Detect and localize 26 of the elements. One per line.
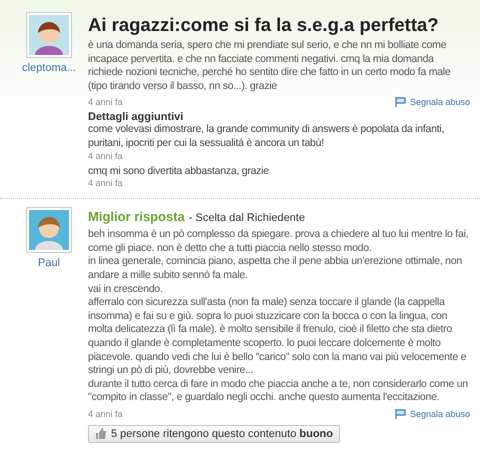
user-name[interactable]: cleptoma... <box>22 62 76 74</box>
details-text: cmq mi sono divertita abbastanza, grazie <box>88 164 270 178</box>
timestamp: 4 anni fa <box>88 150 124 161</box>
flag-icon <box>394 408 406 419</box>
timestamp: 4 anni fa <box>88 408 123 419</box>
flag-icon <box>394 97 406 108</box>
details-heading: Dettagli aggiuntivi <box>88 111 184 124</box>
chosen-by-text: - Scelta dal Richiedente <box>188 212 305 224</box>
question-text: è una domanda seria, spero che mi prendiate sul serio, e che nn mi bolliate come incapace pervertita. e che nn facciate commenti negativi. cmq la mia domanda richiede nozioni tecniche, perché ho sentito dire che fatto in un certo modo fa male (tipo tirando verso il basso, nn so...). grazie <box>88 39 452 94</box>
report-link[interactable]: Segnala abuso <box>394 97 470 108</box>
answer-text: durante il tutto cerca di fare in modo che piaccia anche a te, non considerarlo come un "compito in classe", e guardalo negli occhi. anche questo aumenta l'eccitazione. <box>88 378 469 405</box>
best-answer-label: Miglior risposta <box>88 209 185 224</box>
answer-text: vai in crescendo. <box>88 282 164 296</box>
avatar[interactable] <box>26 207 72 254</box>
timestamp: 4 anni fa <box>88 97 123 108</box>
rating-button[interactable]: 5 persone ritengono questo contenuto buono <box>88 424 340 443</box>
user-name[interactable]: Paul <box>38 257 60 270</box>
answer-text: in linea generale, comincia piano, aspetta che il pene abbia un'erezione ottimale, non andare a mille subito sennò fa male. <box>88 255 463 283</box>
details-text: come volevasi dimostrare, la grande community di answers è popolata da infanti, puritani, ipocriti per cui la sessualitá è ancora un tabù! <box>88 123 446 151</box>
timestamp: 4 anni fa <box>88 178 124 188</box>
avatar[interactable] <box>26 12 72 58</box>
thumbs-up-icon <box>95 428 107 440</box>
answer-text: afferralo con sicurezza sull'asta (non fa male) senza toccare il glande (la cappella insomma) e fai su e giù. sopra lo puoi stuzzicare con la bocca o con la lingua, con molta delicatezza (lì fa male). è molto sensibile il frenulo, cioè il filetto che sta dietro quando il glande è completamente scoperto. lo puoi leccare dolcemente è molto piacevole. quando vedi che lui è bello "carico" solo con la mano vai più velocemente e stringi un pò di più, dovrebbe venire... <box>88 296 468 378</box>
report-link[interactable]: Segnala abuso <box>394 408 470 419</box>
answer-text: beh insomma è un pò complesso da spiegare. prova a chiedere al tuo lui mentre lo fai, come gli piace. non è detto che a tutti piaccia nello stesso modo. <box>88 228 470 256</box>
question-title: Ai ragazzi:come si fa la s.e.g.a perfetta? <box>88 14 440 36</box>
